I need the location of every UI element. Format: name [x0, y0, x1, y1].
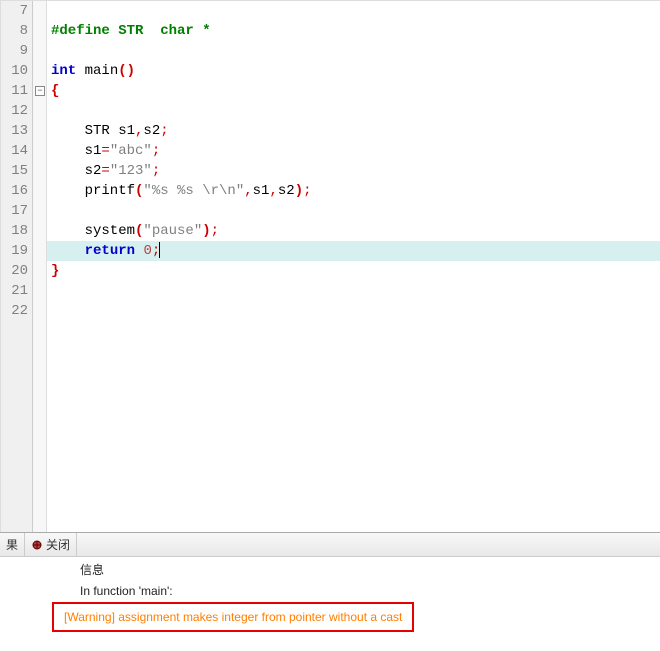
token — [51, 303, 59, 319]
token — [51, 243, 85, 259]
line-number: 8 — [1, 21, 28, 41]
token — [51, 203, 59, 219]
token: int — [51, 63, 76, 79]
code-editor[interactable]: 78910111213141516171819202122 − #define … — [0, 0, 660, 532]
line-number: 16 — [1, 181, 28, 201]
token: printf — [51, 183, 135, 199]
close-tab-label: 关闭 — [46, 536, 70, 553]
line-number: 14 — [1, 141, 28, 161]
token: #define STR char * — [51, 23, 211, 39]
code-line[interactable]: return 0; — [47, 241, 660, 261]
code-line[interactable]: STR s1,s2; — [47, 121, 660, 141]
line-number: 13 — [1, 121, 28, 141]
code-line[interactable] — [47, 1, 660, 21]
output-panel: 果 关闭 信息 In function 'main': [Warning] as… — [0, 532, 660, 650]
message-area[interactable]: 信息 In function 'main': [Warning] assignm… — [0, 557, 660, 651]
line-number: 21 — [1, 281, 28, 301]
line-number: 11 — [1, 81, 28, 101]
line-number: 19 — [1, 241, 28, 261]
token: "abc" — [110, 143, 152, 159]
code-line[interactable]: } — [47, 261, 660, 281]
token: ; — [152, 143, 160, 159]
line-number-gutter: 78910111213141516171819202122 — [1, 1, 33, 532]
token: ; — [152, 163, 160, 179]
code-line[interactable] — [47, 41, 660, 61]
token: ; — [303, 183, 311, 199]
bug-icon — [31, 539, 43, 551]
code-line[interactable]: s2="123"; — [47, 161, 660, 181]
token — [51, 43, 59, 59]
line-number: 22 — [1, 301, 28, 321]
code-line[interactable] — [47, 301, 660, 321]
code-line[interactable]: { — [47, 81, 660, 101]
token — [51, 283, 59, 299]
token: "%s %s \r\n" — [143, 183, 244, 199]
line-number: 20 — [1, 261, 28, 281]
warning-highlight-box: [Warning] assignment makes integer from … — [52, 602, 414, 632]
code-line[interactable]: int main() — [47, 61, 660, 81]
panel-tabs[interactable]: 果 关闭 — [0, 533, 660, 557]
code-line[interactable] — [47, 281, 660, 301]
tab-label: 果 — [6, 536, 18, 553]
code-area[interactable]: #define STR char * int main(){ STR s1,s2… — [47, 1, 660, 532]
line-number: 12 — [1, 101, 28, 121]
message-context: In function 'main': — [80, 582, 660, 600]
token: () — [118, 63, 135, 79]
token: system — [51, 223, 135, 239]
token: ) — [295, 183, 303, 199]
token: ) — [202, 223, 210, 239]
line-number: 7 — [1, 1, 28, 21]
token: "pause" — [143, 223, 202, 239]
token: = — [101, 163, 109, 179]
token: main — [76, 63, 118, 79]
token — [51, 103, 59, 119]
token: s1 — [253, 183, 270, 199]
code-line[interactable] — [47, 201, 660, 221]
message-header: 信息 — [80, 557, 660, 582]
token: s1 — [51, 143, 101, 159]
token: , — [244, 183, 252, 199]
token: , — [269, 183, 277, 199]
token: return — [85, 243, 135, 259]
token: s2 — [51, 163, 101, 179]
close-tab[interactable]: 关闭 — [25, 533, 77, 556]
code-line[interactable]: printf("%s %s \r\n",s1,s2); — [47, 181, 660, 201]
fold-toggle-icon[interactable]: − — [35, 86, 45, 96]
token: s2 — [278, 183, 295, 199]
line-number: 15 — [1, 161, 28, 181]
code-line[interactable]: #define STR char * — [47, 21, 660, 41]
token — [51, 3, 59, 19]
code-line[interactable] — [47, 101, 660, 121]
token: } — [51, 263, 59, 279]
token: ; — [160, 123, 168, 139]
token: 0 — [143, 243, 151, 259]
code-line[interactable]: system("pause"); — [47, 221, 660, 241]
token: = — [101, 143, 109, 159]
token: s2 — [143, 123, 160, 139]
token: STR s1 — [51, 123, 135, 139]
line-number: 9 — [1, 41, 28, 61]
fold-column[interactable]: − — [33, 1, 47, 532]
tab-result-fragment[interactable]: 果 — [0, 533, 25, 556]
line-number: 18 — [1, 221, 28, 241]
text-cursor — [159, 242, 160, 258]
line-number: 10 — [1, 61, 28, 81]
token: { — [51, 83, 59, 99]
warning-message[interactable]: [Warning] assignment makes integer from … — [64, 610, 402, 624]
code-line[interactable]: s1="abc"; — [47, 141, 660, 161]
token: ; — [211, 223, 219, 239]
token: "123" — [110, 163, 152, 179]
line-number: 17 — [1, 201, 28, 221]
